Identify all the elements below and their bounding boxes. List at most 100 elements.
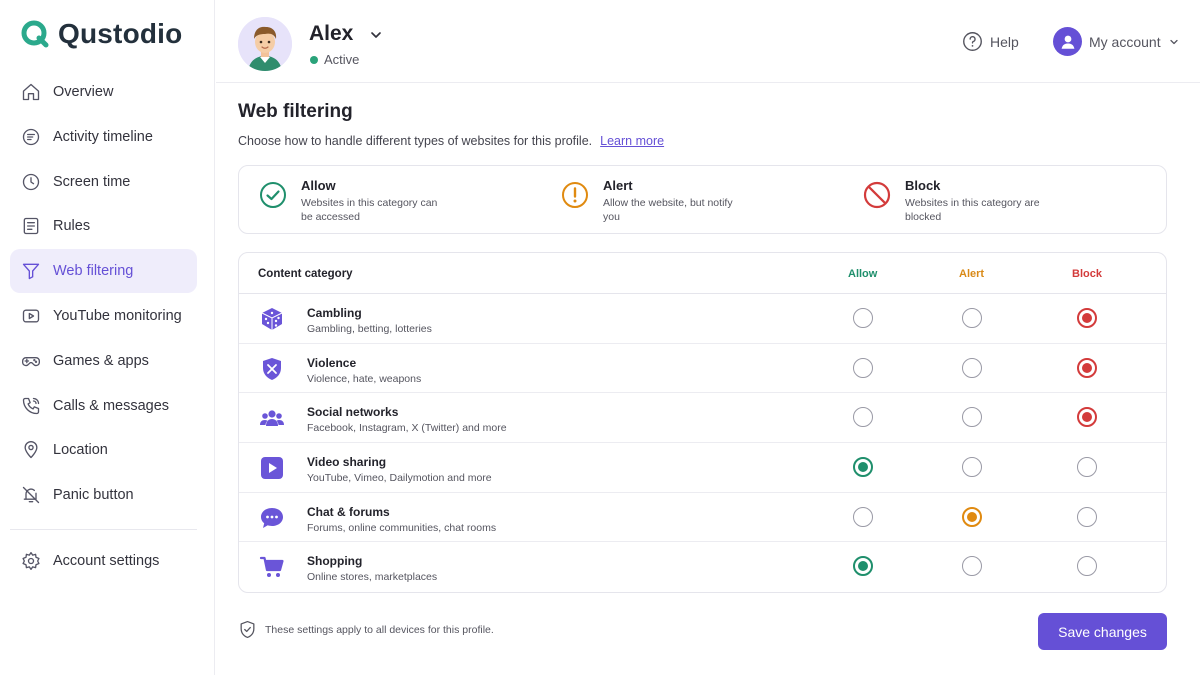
radio-block[interactable] — [1077, 556, 1097, 577]
app-logo[interactable]: Qustodio — [20, 18, 182, 50]
radio-alert[interactable] — [962, 457, 982, 478]
sidebar-item-youtube-monitoring[interactable]: YouTube monitoring — [10, 294, 197, 338]
radio-alert[interactable] — [962, 308, 982, 328]
home-icon — [20, 81, 42, 103]
radio-allow[interactable] — [853, 407, 873, 428]
sidebar-item-location[interactable]: Location — [10, 428, 197, 472]
legend-block-title: Block — [905, 178, 941, 193]
status-dot — [310, 56, 318, 64]
page-title: Web filtering — [238, 101, 353, 122]
category-desc: YouTube, Vimeo, Dailymotion and more — [307, 472, 492, 485]
radio-allow[interactable] — [853, 308, 873, 328]
sidebar-bottom: Account settings — [10, 539, 197, 584]
user-icon — [1061, 35, 1074, 49]
radio-allow[interactable] — [853, 357, 873, 378]
table-row: Cambling Gambling, betting, lotteries — [239, 294, 1166, 344]
sidebar-item-calls-messages[interactable]: Calls & messages — [10, 384, 197, 428]
sidebar-item-activity-timeline[interactable]: Activity timeline — [10, 115, 197, 159]
sidebar-item-account-settings[interactable]: Account settings — [10, 539, 197, 583]
table-row: Social networks Facebook, Instagram, X (… — [239, 393, 1166, 444]
radio-block[interactable] — [1077, 457, 1097, 478]
content-category-table: Content category Allow Alert Block Cambl… — [238, 252, 1167, 593]
profile-avatar[interactable] — [238, 17, 292, 71]
legend-block-desc: Websites in this category are blocked — [905, 197, 1040, 223]
radio-allow[interactable] — [853, 506, 873, 527]
radio-allow[interactable] — [853, 556, 873, 577]
header-alert: Alert — [959, 268, 985, 280]
sidebar-item-label: Activity timeline — [53, 128, 153, 145]
list-icon — [20, 215, 42, 237]
sidebar-item-label: Games & apps — [53, 352, 149, 369]
header: Alex Active Help My account — [216, 0, 1200, 83]
footnote-text: These settings apply to all devices for … — [265, 623, 494, 636]
radio-block[interactable] — [1077, 407, 1097, 428]
radio-block[interactable] — [1077, 506, 1097, 527]
dice-icon — [261, 308, 283, 330]
filter-icon — [20, 260, 42, 282]
sidebar-item-label: Screen time — [53, 173, 131, 190]
radio-block[interactable] — [1077, 357, 1097, 378]
radio-allow[interactable] — [853, 457, 873, 478]
category-name: Violence — [307, 355, 357, 370]
sidebar: Qustodio Overview Activity timeline Scre… — [0, 0, 215, 675]
sidebar-item-games-apps[interactable]: Games & apps — [10, 339, 197, 383]
shield-check-icon — [240, 620, 255, 639]
sidebar-item-screen-time[interactable]: Screen time — [10, 160, 197, 204]
user-avatar — [1053, 27, 1082, 56]
chat-bubble-icon — [261, 507, 283, 528]
timeline-icon — [20, 126, 42, 148]
sidebar-item-panic-button[interactable]: Panic button — [10, 473, 197, 517]
sidebar-item-rules[interactable]: Rules — [10, 204, 197, 248]
sidebar-item-overview[interactable]: Overview — [10, 70, 197, 114]
radio-alert[interactable] — [962, 357, 982, 378]
gamepad-icon — [20, 350, 42, 372]
header-allow: Allow — [848, 268, 878, 280]
footnote: These settings apply to all devices for … — [238, 620, 494, 639]
radio-alert[interactable] — [962, 407, 982, 428]
phone-icon — [20, 395, 42, 417]
chevron-down-icon — [1169, 39, 1178, 44]
category-name: Chat & forums — [307, 504, 390, 519]
category-name: Shopping — [307, 554, 363, 569]
app-name: Qustodio — [58, 18, 183, 49]
radio-alert[interactable] — [962, 506, 982, 527]
sidebar-item-web-filtering[interactable]: Web filtering — [10, 249, 197, 294]
check-circle-icon — [260, 182, 286, 208]
profile-name: Alex — [309, 22, 354, 45]
clock-icon — [20, 171, 42, 193]
category-desc: Gambling, betting, lotteries — [307, 323, 432, 335]
my-account-menu[interactable]: My account — [1053, 27, 1180, 56]
category-desc: Online stores, marketplaces — [307, 571, 438, 584]
location-pin-icon — [20, 439, 42, 461]
sidebar-item-label: Web filtering — [53, 263, 134, 280]
category-desc: Facebook, Instagram, X (Twitter) and mor… — [307, 422, 507, 435]
radio-alert[interactable] — [962, 556, 982, 577]
learn-more-link[interactable]: Learn more — [600, 134, 664, 148]
category-name: Social networks — [307, 405, 399, 420]
header-block: Block — [1072, 268, 1102, 280]
legend-alert: Alert Allow the website, but notify you — [561, 178, 743, 224]
sidebar-item-label: Panic button — [53, 487, 134, 504]
radio-block[interactable] — [1077, 308, 1097, 328]
people-icon — [260, 410, 284, 427]
qustodio-logo-icon — [21, 20, 49, 48]
category-desc: Violence, hate, weapons — [307, 372, 422, 385]
chevron-down-icon[interactable] — [368, 27, 384, 43]
legend-allow: Allow Websites in this category can be a… — [259, 178, 441, 224]
table-row: Shopping Online stores, marketplaces — [239, 542, 1166, 592]
sidebar-item-label: Account settings — [53, 553, 160, 569]
table-row: Violence Violence, hate, weapons — [239, 344, 1166, 394]
cart-icon — [259, 557, 284, 578]
help-button[interactable]: Help — [962, 31, 1019, 52]
gear-icon — [20, 550, 42, 572]
play-icon — [261, 457, 283, 480]
shield-swords-icon — [263, 357, 281, 380]
table-header: Content category Allow Alert Block — [239, 253, 1166, 294]
table-row: Chat & forums Forums, online communities… — [239, 493, 1166, 543]
legend-allow-title: Allow — [301, 178, 336, 193]
profile-status: Active — [324, 52, 360, 67]
category-desc: Forums, online communities, chat rooms — [307, 521, 497, 534]
save-changes-button[interactable]: Save changes — [1038, 613, 1167, 650]
page-subtitle: Choose how to handle different types of … — [238, 134, 664, 148]
youtube-icon — [20, 305, 42, 327]
